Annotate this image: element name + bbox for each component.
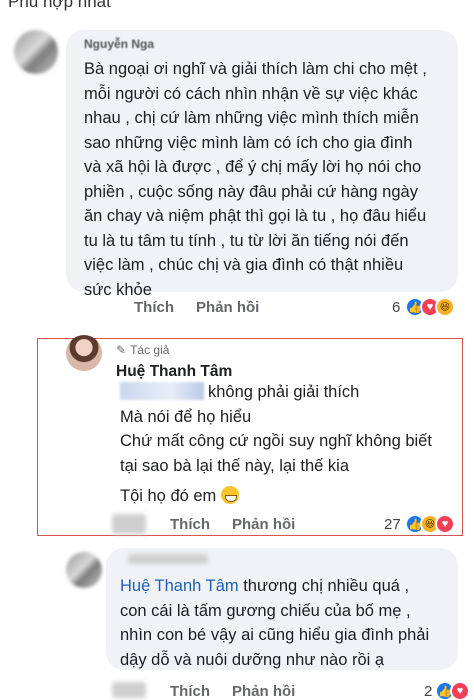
blurred-avatar: [112, 514, 146, 534]
reaction-count[interactable]: 6: [392, 299, 400, 316]
like-button[interactable]: Thích: [170, 683, 210, 700]
haha-reaction-icon: 😆: [435, 297, 455, 317]
author-avatar[interactable]: [66, 335, 102, 371]
reply-line: không phải giải thích: [120, 380, 432, 405]
pencil-icon: ✎: [116, 343, 127, 357]
like-button[interactable]: Thích: [170, 516, 210, 533]
reply-line: Mà nói để họ hiểu: [120, 407, 252, 426]
blurred-avatar: [112, 682, 146, 698]
like-button[interactable]: Thích: [134, 299, 174, 316]
comment-line: nhìn con bé vậy ai cũng hiểu gia đình ph…: [120, 626, 430, 644]
reaction-count[interactable]: 2: [424, 683, 432, 700]
reply-button[interactable]: Phản hồi: [196, 299, 259, 316]
comment-author[interactable]: Nguyễn Nga: [84, 37, 154, 51]
love-reaction-icon: ♥: [450, 681, 470, 700]
love-reaction-icon: ♥: [435, 514, 455, 534]
reply-button[interactable]: Phản hồi: [232, 683, 295, 700]
reaction-count[interactable]: 27: [384, 516, 401, 533]
reply-line: tại sao bà lại thế này, lại thế kia: [120, 456, 350, 475]
comment-actions: Thích Phản hồi: [134, 299, 259, 316]
reply-line: Tội họ đó em: [120, 484, 432, 509]
reply-text: không phải giải thích Mà nói để họ hiểu …: [120, 380, 432, 509]
avatar[interactable]: [66, 552, 102, 588]
comment-text: Bà ngoại ơi nghĩ và giải thích làm chi c…: [84, 60, 427, 299]
reaction-icons[interactable]: 👍 😆 ♥: [405, 514, 455, 534]
comment-line: dậy dỗ và nuôi dưỡng như nào rồi ạ: [120, 650, 385, 669]
reply-actions: Thích Phản hồi: [170, 516, 295, 533]
comment-line: con cái là tấm gương chiếu của bố mẹ ,: [120, 601, 411, 620]
comment-actions: Thích Phản hồi: [170, 683, 295, 700]
mention-link[interactable]: Huệ Thanh Tâm: [120, 577, 239, 595]
avatar[interactable]: [14, 30, 58, 74]
author-badge-label: Tác giả: [130, 343, 170, 357]
reply-button[interactable]: Phản hồi: [232, 516, 295, 533]
sort-header[interactable]: Phù hợp nhất: [8, 0, 111, 12]
grinning-emoji-icon: [220, 486, 239, 504]
reply-author[interactable]: Huệ Thanh Tâm: [116, 363, 232, 381]
blurred-author-name: [128, 554, 208, 564]
comment-text: Huệ Thanh Tâm thương chị nhiều quá , con…: [120, 574, 460, 672]
reaction-icons[interactable]: 👍 ♥ 😆: [405, 297, 455, 317]
reply-line: Chứ mất công cứ ngồi suy nghĩ không biết: [120, 432, 432, 450]
mention-tag[interactable]: [120, 382, 204, 400]
reaction-icons[interactable]: 👍 ♥: [435, 681, 470, 700]
author-badge: ✎ Tác giả: [116, 343, 169, 357]
